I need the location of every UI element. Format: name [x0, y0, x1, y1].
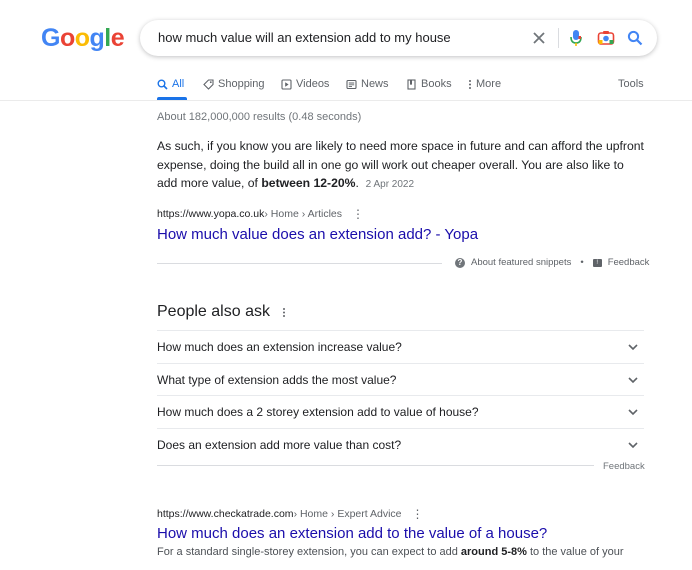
- result-url[interactable]: https://www.yopa.co.uk: [157, 208, 264, 220]
- search-box[interactable]: how much value will an extension add to …: [140, 20, 657, 56]
- desc-text-end: to the value of your: [526, 546, 624, 558]
- result-url[interactable]: https://www.checkatrade.com: [157, 508, 294, 520]
- logo-letter: G: [41, 24, 60, 52]
- paa-feedback-link[interactable]: Feedback: [603, 461, 645, 472]
- camera-lens-icon[interactable]: [595, 27, 617, 49]
- news-icon: [346, 79, 357, 89]
- tab-label: Books: [421, 78, 452, 90]
- tab-label: Videos: [296, 78, 330, 90]
- snippet-highlight: between 12-20%: [261, 176, 356, 190]
- paa-question-text: What type of extension adds the most val…: [157, 373, 397, 387]
- clear-icon[interactable]: [528, 27, 550, 49]
- paa-question-text: How much does a 2 storey extension add t…: [157, 405, 479, 419]
- snippet-divider: [157, 263, 442, 264]
- tabs-divider: [0, 100, 692, 101]
- chevron-down-icon: [628, 377, 638, 384]
- more-options-icon[interactable]: ⋮: [352, 207, 364, 221]
- paa-question[interactable]: Does an extension add more value than co…: [157, 428, 644, 460]
- tab-all[interactable]: All: [157, 78, 184, 90]
- result-cite: https://www.yopa.co.uk › Home › Articles…: [157, 207, 364, 221]
- google-logo[interactable]: Google: [41, 24, 125, 53]
- tab-shopping[interactable]: Shopping: [203, 78, 265, 90]
- search-input[interactable]: how much value will an extension add to …: [158, 30, 451, 45]
- result-cite: https://www.checkatrade.com › Home › Exp…: [157, 507, 424, 521]
- tab-label: Shopping: [218, 78, 265, 90]
- feedback-icon: !: [592, 258, 602, 267]
- result-stats: About 182,000,000 results (0.48 seconds): [157, 111, 362, 123]
- result-description: For a standard single-storey extension, …: [157, 546, 624, 558]
- play-icon: [281, 78, 292, 90]
- tag-icon: [203, 78, 214, 90]
- tab-label: More: [476, 78, 502, 90]
- result-breadcrumb: › Home › Expert Advice: [293, 508, 402, 520]
- logo-letter: e: [110, 24, 125, 52]
- kebab-icon[interactable]: [282, 307, 286, 318]
- tab-label: All: [172, 78, 185, 90]
- tab-videos[interactable]: Videos: [281, 78, 329, 90]
- desc-highlight: around 5-8%: [460, 546, 527, 558]
- more-options-icon[interactable]: ⋮: [412, 507, 424, 521]
- help-icon: ?: [455, 257, 465, 268]
- tools-button[interactable]: Tools: [618, 78, 644, 90]
- snippet-date: 2 Apr 2022: [365, 179, 415, 190]
- chevron-down-icon: [628, 442, 638, 449]
- paa-question[interactable]: How much does an extension increase valu…: [157, 330, 644, 362]
- kebab-icon: [469, 79, 471, 89]
- paa-question[interactable]: How much does a 2 storey extension add t…: [157, 395, 644, 427]
- tab-news[interactable]: News: [346, 78, 389, 90]
- featured-snippet-text: As such, if you know you are likely to n…: [157, 137, 647, 195]
- separator-dot: •: [580, 257, 584, 268]
- search-icon: [157, 79, 168, 90]
- desc-text: For a standard single-storey extension, …: [157, 546, 461, 558]
- chevron-down-icon: [628, 409, 638, 416]
- book-icon: [407, 78, 416, 90]
- logo-letter: o: [59, 24, 75, 52]
- featured-snippet-footer: ? About featured snippets • ! Feedback: [455, 257, 649, 268]
- logo-letter: o: [74, 24, 90, 52]
- paa-title: People also ask: [157, 303, 270, 320]
- chevron-down-icon: [628, 344, 638, 351]
- about-featured-snippets-link[interactable]: About featured snippets: [471, 257, 571, 268]
- tab-label: News: [361, 78, 389, 90]
- people-also-ask-heading: People also ask: [157, 303, 286, 321]
- paa-divider: [157, 465, 594, 466]
- result-breadcrumb: › Home › Articles: [264, 208, 342, 220]
- paa-question-text: Does an extension add more value than co…: [157, 438, 402, 452]
- snippet-text-end: .: [355, 176, 359, 190]
- tab-more[interactable]: More: [468, 78, 501, 90]
- paa-question[interactable]: What type of extension adds the most val…: [157, 363, 644, 395]
- feedback-link[interactable]: Feedback: [608, 257, 650, 268]
- microphone-icon[interactable]: [565, 27, 587, 49]
- divider: [558, 28, 559, 48]
- logo-letter: g: [89, 24, 105, 52]
- result-title-link[interactable]: How much value does an extension add? - …: [157, 226, 478, 243]
- paa-question-text: How much does an extension increase valu…: [157, 340, 402, 354]
- result-title-link[interactable]: How much does an extension add to the va…: [157, 525, 547, 542]
- search-icon[interactable]: [624, 27, 646, 49]
- tab-books[interactable]: Books: [406, 78, 452, 90]
